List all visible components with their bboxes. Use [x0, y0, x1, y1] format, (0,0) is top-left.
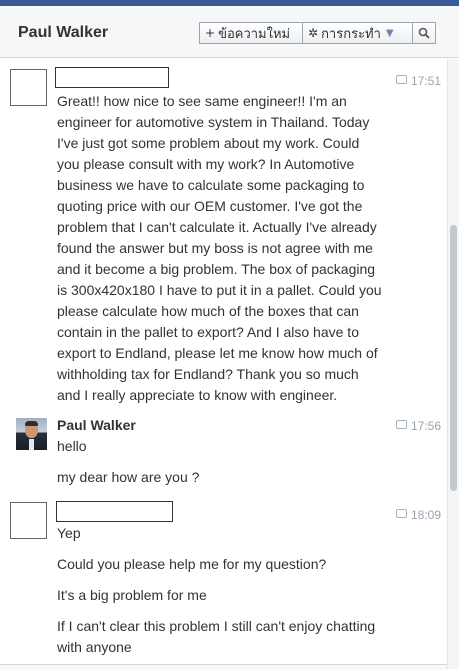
message-text: Great!! how nice to see same engineer!! …	[57, 91, 397, 406]
message-line: found the answer but my boss is not agre…	[57, 240, 373, 256]
chat-bubble-icon	[396, 509, 407, 518]
gear-icon: ✲	[308, 26, 319, 40]
message-text: hello my dear how are you ?	[57, 436, 397, 488]
message-line: export to Endland, please let me know ho…	[57, 345, 378, 361]
message-line: Yep	[57, 525, 81, 541]
scrollbar[interactable]	[447, 59, 459, 669]
scrollbar-thumb[interactable]	[450, 225, 457, 491]
message-line: contain in the pallet to export? And I a…	[57, 324, 359, 340]
header-actions: + ข้อความใหม่ ✲ การกระทำ ▼	[199, 22, 436, 44]
message-line: is 300x420x180 I have to put it in a pal…	[57, 282, 382, 298]
message-line: quoting price with our OEM customer. I'v…	[57, 198, 363, 214]
message-line: my dear how are you ?	[57, 469, 200, 485]
avatar[interactable]	[10, 502, 47, 539]
redacted-name-box	[55, 67, 169, 88]
message-line: It's a big problem for me	[57, 587, 207, 603]
new-message-label: ข้อความใหม่	[218, 26, 291, 42]
message-line: you please consult with my work? In Auto…	[57, 156, 355, 172]
composer-edge	[0, 664, 447, 670]
message-line: engineer for automotive system in Thaila…	[57, 114, 370, 130]
message-line: withholding tax for Endland? Thank you s…	[57, 366, 359, 382]
message-line: and I really appreciate to know with eng…	[57, 387, 338, 403]
avatar[interactable]	[10, 69, 47, 106]
message-timestamp: 17:56	[396, 419, 441, 433]
chat-bubble-icon	[396, 420, 407, 429]
message-list[interactable]: 17:51 Great!! how nice to see same engin…	[0, 59, 447, 669]
conversation-header: Paul Walker + ข้อความใหม่ ✲ การกระทำ ▼	[0, 6, 459, 58]
message-timestamp: 18:09	[396, 508, 441, 522]
sender-name[interactable]: Paul Walker	[57, 417, 136, 433]
search-icon	[418, 27, 430, 39]
message-line: Could you please help me for my question…	[57, 556, 327, 572]
message-line: with anyone	[57, 639, 132, 655]
message-timestamp: 17:51	[396, 74, 441, 88]
message-line: and it become a big problem. The box of …	[57, 261, 376, 277]
message-line: problem that I can't calculate it. Actua…	[57, 219, 377, 235]
actions-dropdown[interactable]: ✲ การกระทำ ▼	[303, 22, 413, 44]
chevron-down-icon: ▼	[385, 27, 394, 39]
message-line: business we have to calculate some packa…	[57, 177, 365, 193]
chat-bubble-icon	[396, 75, 407, 84]
avatar[interactable]	[16, 418, 47, 450]
message-line: hello	[57, 438, 87, 454]
redacted-name-box	[56, 501, 173, 522]
message-line: I've just got some problem about my work…	[57, 135, 360, 151]
message-line: If I can't clear this problem I still ca…	[57, 618, 376, 634]
plus-icon: +	[205, 26, 216, 40]
search-button[interactable]	[413, 22, 436, 44]
message-line: please calculate how much of the boxes t…	[57, 303, 359, 319]
new-message-button[interactable]: + ข้อความใหม่	[199, 22, 303, 44]
conversation-title: Paul Walker	[18, 24, 109, 41]
actions-label: การกระทำ	[321, 26, 381, 42]
message-text: Yep Could you please help me for my ques…	[57, 523, 437, 658]
message-line: Great!! how nice to see same engineer!! …	[57, 93, 347, 109]
